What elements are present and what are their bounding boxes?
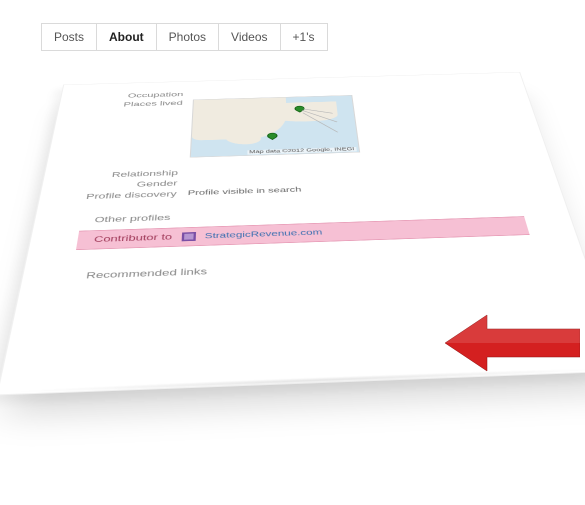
tab-photos[interactable]: Photos [156,23,219,51]
tab-posts[interactable]: Posts [41,23,97,51]
relationship-label: Relationship [88,169,189,180]
recommended-links-heading: Recommended links [85,256,538,281]
map-attribution: Map data ©2012 Google, INEGI [247,147,357,155]
places-lived-label: Places lived [99,100,192,109]
tab-plus1s[interactable]: +1's [280,23,328,51]
gender-label: Gender [86,179,189,190]
site-favicon-icon [181,232,195,241]
places-map[interactable]: Map data ©2012 Google, INEGI [190,95,360,158]
tab-videos[interactable]: Videos [218,23,280,51]
places-lived-value: Map data ©2012 Google, INEGI [190,91,504,157]
occupation-value [193,83,483,91]
perspective-page-container: Occupation Places lived Map data ©2012 G… [60,58,530,488]
occupation-label: Occupation [101,91,194,100]
callout-arrow-icon [445,313,580,373]
contributor-to-label: Contributor to [93,233,172,244]
contributor-link[interactable]: StrategicRevenue.com [205,228,323,240]
tab-about[interactable]: About [96,23,157,51]
relationship-value [189,159,507,169]
profile-tabs: Posts About Photos Videos +1's [0,0,585,51]
profile-discovery-label: Profile discovery [84,190,188,201]
